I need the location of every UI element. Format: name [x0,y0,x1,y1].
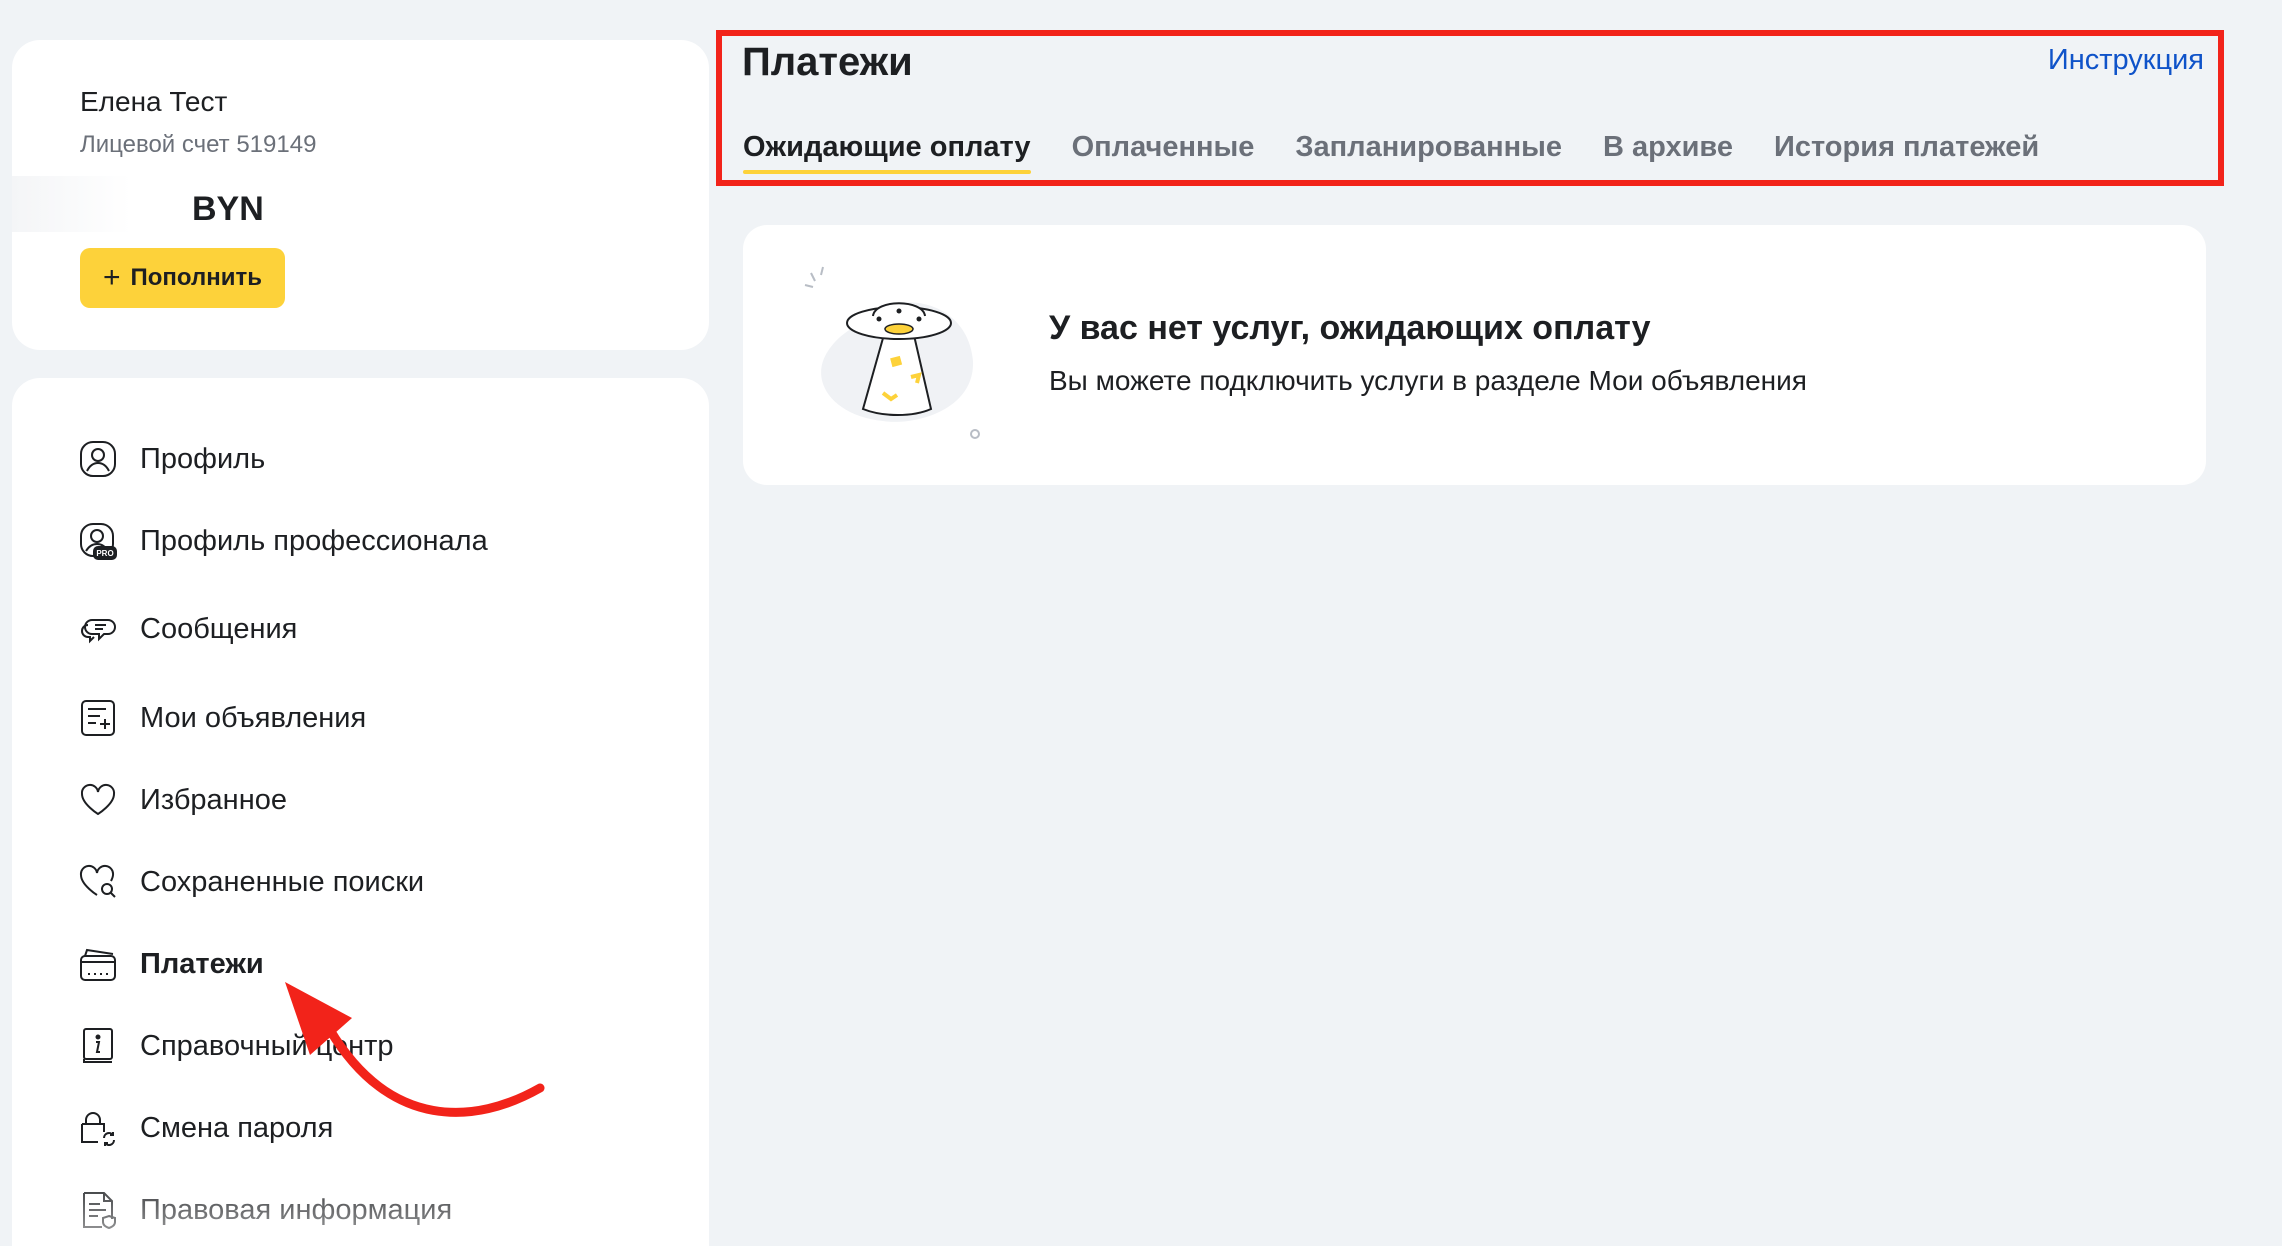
svg-text:PRO: PRO [96,549,113,558]
sidebar-item-label: Сохраненные поиски [140,865,425,898]
pro-profile-icon: PRO [76,519,120,563]
empty-state-subtitle: Вы можете подключить услуги в разделе Мо… [1049,365,1807,396]
profile-icon [76,437,120,481]
tab-awaiting-payment[interactable]: Ожидающие оплату [743,131,1031,174]
balance-redaction [12,176,182,232]
tab-scheduled[interactable]: Запланированные [1295,131,1562,174]
sidebar-item-label: Профиль профессионала [140,524,488,557]
chat-icon [76,607,120,651]
wallet-icon [76,942,120,986]
legal-doc-icon [76,1188,120,1232]
balance-value: BYN [192,190,264,228]
plus-icon: + [102,261,121,294]
sidebar-item-legal-info[interactable]: Правовая информация [76,1185,452,1235]
instruction-link[interactable]: Инструкция [2048,44,2204,77]
sidebar-item-listings[interactable]: Мои объявления [76,693,366,743]
sidebar-item-payments[interactable]: Платежи [76,939,264,989]
empty-state-card: У вас нет услуг, ожидающих оплату Вы мож… [743,225,2206,485]
tab-paid[interactable]: Оплаченные [1072,131,1255,174]
help-book-icon [76,1024,120,1068]
user-name: Елена Тест [80,86,228,117]
sidebar-item-label: Сообщения [140,612,298,645]
payments-page: Елена Тест Лицевой счет 519149 BYN + Поп… [0,0,2282,1246]
sidebar-item-saved-searches[interactable]: Сохраненные поиски [76,857,424,907]
sidebar-item-pro-profile[interactable]: PRO Профиль профессионала [76,516,488,566]
sidebar-item-favorites[interactable]: Избранное [76,775,287,825]
topup-button[interactable]: + Пополнить [80,248,285,308]
sidebar-item-label: Правовая информация [140,1193,453,1226]
sidebar-item-label: Мои объявления [140,701,367,734]
topup-label: Пополнить [130,264,262,291]
listings-icon [76,696,120,740]
sidebar-item-profile[interactable]: Профиль [76,434,265,484]
sidebar-item-label: Избранное [140,783,287,816]
lock-refresh-icon [76,1106,120,1150]
sidebar-item-label: Профиль [140,442,266,475]
page-title: Платежи [742,40,913,84]
sidebar-item-label: Платежи [140,947,264,980]
heart-icon [76,778,120,822]
empty-state-title: У вас нет услуг, ожидающих оплату [1049,309,1651,347]
account-number: Лицевой счет 519149 [80,131,317,158]
account-card: Елена Тест Лицевой счет 519149 BYN + Поп… [12,40,709,350]
tab-archive[interactable]: В архиве [1603,131,1733,174]
saved-search-icon [76,860,120,904]
ufo-illustration [804,266,980,439]
sidebar-item-messages[interactable]: Сообщения [76,604,297,654]
annotation-arrow [285,982,545,1117]
payment-tabs: Ожидающие оплату Оплаченные Запланирован… [743,131,2039,174]
tab-payment-history[interactable]: История платежей [1774,131,2039,174]
